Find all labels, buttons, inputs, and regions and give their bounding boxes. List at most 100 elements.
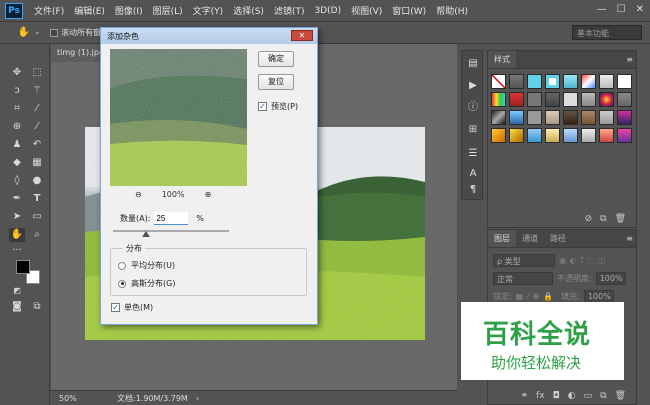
layer-filter-select[interactable]: ρ 类型 — [493, 254, 555, 267]
zoom-tool-icon[interactable]: ⌕ — [29, 228, 45, 242]
menu-type[interactable]: 文字(Y) — [188, 4, 229, 17]
type-tool-icon[interactable]: T — [29, 192, 45, 206]
style-swatch[interactable] — [491, 92, 506, 107]
style-swatch[interactable] — [545, 128, 560, 143]
style-swatch[interactable] — [563, 92, 578, 107]
menu-layer[interactable]: 图层(L) — [148, 4, 188, 17]
style-swatch[interactable] — [581, 92, 596, 107]
menu-3d[interactable]: 3D(D) — [309, 6, 346, 16]
style-swatch[interactable] — [545, 92, 560, 107]
filter-preview[interactable] — [110, 49, 247, 186]
gaussian-radio-button[interactable] — [118, 279, 126, 288]
style-swatch[interactable] — [545, 74, 560, 89]
menu-edit[interactable]: 编辑(E) — [69, 4, 110, 17]
uniform-radio-button[interactable] — [118, 261, 126, 270]
gaussian-radio[interactable]: 高斯分布(G) — [118, 278, 175, 289]
chevron-down-icon[interactable]: ⌄ — [34, 27, 41, 36]
style-swatch[interactable] — [509, 74, 524, 89]
style-swatch[interactable] — [581, 128, 596, 143]
link-layers-icon[interactable]: ⚭ — [521, 391, 529, 401]
magic-wand-tool-icon[interactable]: ⚚ — [29, 84, 45, 98]
actions-panel-icon[interactable]: ▶ — [465, 79, 481, 93]
menu-help[interactable]: 帮助(H) — [431, 4, 473, 17]
clear-style-icon[interactable]: ⊘ — [585, 214, 593, 224]
hand-tool-selected-icon[interactable]: ✋ — [9, 228, 25, 242]
character-panel-icon[interactable]: A — [465, 167, 481, 181]
monochromatic-checkbox[interactable]: ✓ 单色(M) — [111, 302, 153, 313]
properties-panel-icon[interactable]: ☰ — [465, 147, 481, 161]
menu-filter[interactable]: 滤镜(T) — [269, 4, 310, 17]
tab-paths[interactable]: 路径 — [544, 230, 572, 247]
paragraph-panel-icon[interactable]: ¶ — [465, 183, 481, 197]
foreground-color-swatch[interactable] — [16, 260, 30, 274]
new-group-icon[interactable]: ▭ — [584, 391, 593, 401]
history-brush-tool-icon[interactable]: ↶ — [29, 138, 45, 152]
style-swatch[interactable] — [491, 128, 506, 143]
move-tool-icon[interactable]: ✥ — [9, 66, 25, 80]
clone-stamp-tool-icon[interactable]: ♟ — [9, 138, 25, 152]
style-swatch[interactable] — [617, 92, 632, 107]
minimize-icon[interactable]: — — [597, 4, 607, 15]
workspace-select[interactable]: 基本功能 — [572, 25, 642, 40]
style-swatch[interactable] — [581, 110, 596, 125]
dodge-tool-icon[interactable]: ● — [29, 174, 45, 188]
path-selection-tool-icon[interactable]: ➤ — [9, 210, 25, 224]
style-swatch[interactable] — [509, 92, 524, 107]
panel-menu-icon[interactable]: ≡ — [626, 55, 633, 64]
maximize-icon[interactable]: ☐ — [617, 4, 626, 15]
amount-slider-thumb[interactable] — [142, 231, 150, 237]
pen-tool-icon[interactable]: ✒ — [9, 192, 25, 206]
screen-mode-icon[interactable]: ⧉ — [29, 300, 45, 314]
style-swatch[interactable] — [563, 128, 578, 143]
style-swatch[interactable] — [509, 110, 524, 125]
add-mask-icon[interactable]: ◘ — [553, 391, 560, 401]
tab-channels[interactable]: 通道 — [516, 230, 544, 247]
eraser-tool-icon[interactable]: ◆ — [9, 156, 25, 170]
blend-mode-select[interactable]: 正常 — [493, 272, 553, 285]
eyedropper-tool-icon[interactable]: ⁄ — [29, 102, 45, 116]
crop-tool-icon[interactable]: ⌗ — [9, 102, 25, 116]
delete-layer-icon[interactable]: 🗑 — [615, 391, 626, 401]
preview-checkbox[interactable]: ✓ 预览(P) — [258, 101, 298, 112]
opacity-input[interactable]: 100% — [595, 272, 626, 285]
new-style-icon[interactable]: ⧉ — [600, 214, 606, 224]
style-swatch[interactable] — [563, 74, 578, 89]
delete-style-icon[interactable]: 🗑 — [615, 214, 626, 224]
clone-source-panel-icon[interactable]: ⊞ — [465, 123, 481, 137]
amount-input[interactable] — [154, 212, 189, 225]
lock-icons[interactable]: ▦⁄✥🔒 — [516, 292, 558, 301]
style-swatch[interactable] — [509, 128, 524, 143]
menu-view[interactable]: 视图(V) — [346, 4, 387, 17]
zoom-out-icon[interactable]: ⊖ — [135, 190, 142, 199]
filter-icons[interactable]: ▣◐T⬚◫ — [559, 256, 609, 265]
style-swatch[interactable] — [527, 128, 542, 143]
gradient-tool-icon[interactable]: ▦ — [29, 156, 45, 170]
checkmark-icon[interactable]: ✓ — [111, 303, 120, 312]
tab-layers[interactable]: 图层 — [488, 230, 516, 247]
rectangle-tool-icon[interactable]: ▭ — [29, 210, 45, 224]
close-icon[interactable]: ✕ — [636, 4, 644, 15]
menu-select[interactable]: 选择(S) — [228, 4, 269, 17]
history-panel-icon[interactable]: ▤ — [465, 57, 481, 71]
lasso-tool-icon[interactable]: ↄ — [9, 84, 25, 98]
close-dialog-icon[interactable]: ✕ — [291, 30, 313, 41]
brush-tool-icon[interactable]: ⁄ — [29, 120, 45, 134]
adjustment-layer-icon[interactable]: ◐ — [568, 391, 576, 401]
uniform-radio[interactable]: 平均分布(U) — [118, 260, 175, 271]
hand-tool-icon[interactable]: ✋ — [16, 26, 32, 40]
style-swatch[interactable] — [599, 92, 614, 107]
style-swatch[interactable] — [527, 74, 542, 89]
layer-style-icon[interactable]: fx — [536, 391, 545, 401]
style-swatch[interactable] — [599, 128, 614, 143]
info-panel-icon[interactable]: ⓘ — [465, 101, 481, 115]
style-swatch[interactable] — [491, 110, 506, 125]
healing-brush-tool-icon[interactable]: ⊕ — [9, 120, 25, 134]
panel-menu-icon[interactable]: ≡ — [626, 234, 633, 243]
default-colors-icon[interactable]: ◩ — [9, 284, 25, 298]
quick-mask-icon[interactable]: ◙ — [9, 300, 25, 314]
ok-button[interactable]: 确定 — [258, 51, 294, 67]
menu-image[interactable]: 图像(I) — [110, 4, 148, 17]
blur-tool-icon[interactable]: ◊ — [9, 174, 25, 188]
checkbox-box[interactable] — [50, 28, 58, 37]
style-swatch[interactable] — [617, 110, 632, 125]
